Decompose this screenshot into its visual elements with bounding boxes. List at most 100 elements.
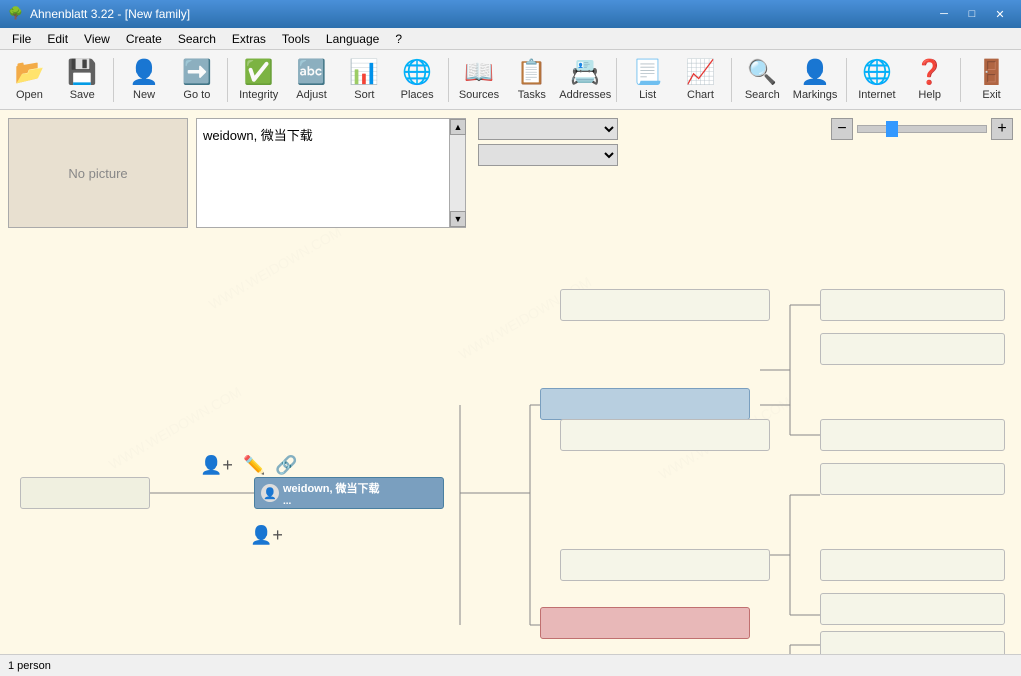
zoom-in-button[interactable]: + [991, 118, 1013, 140]
new-button[interactable]: 👤 New [119, 53, 170, 107]
action-icons-group: 👤+ ✏️ 🔗 [200, 455, 298, 476]
minimize-button[interactable]: ─ [931, 5, 957, 23]
tasks-icon: 📋 [517, 58, 547, 87]
sources-icon: 📖 [464, 58, 494, 87]
pat-grandmother-node[interactable] [560, 419, 770, 451]
adjust-button[interactable]: 🔤 Adjust [286, 53, 337, 107]
toolbar-sep-5 [731, 58, 732, 102]
zoom-controls: − + [831, 118, 1013, 140]
menu-edit[interactable]: Edit [39, 30, 76, 48]
exit-button[interactable]: 🚪 Exit [966, 53, 1017, 107]
dropdown-2[interactable] [478, 144, 618, 166]
help-label: Help [918, 89, 941, 101]
menu-file[interactable]: File [4, 30, 39, 48]
toolbar-sep-1 [113, 58, 114, 102]
scroll-down-btn[interactable]: ▼ [450, 211, 466, 227]
menu-help-q[interactable]: ? [387, 30, 410, 48]
internet-label: Internet [858, 89, 895, 101]
add-child-icon-group: 👤+ [250, 525, 283, 546]
list-button[interactable]: 📃 List [622, 53, 673, 107]
goto-button[interactable]: ➡️ Go to [171, 53, 222, 107]
menu-extras[interactable]: Extras [224, 30, 274, 48]
markings-button[interactable]: 👤 Markings [790, 53, 841, 107]
open-icon: 📂 [14, 58, 44, 87]
info-scrollbar[interactable]: ▲ ▼ [449, 119, 465, 227]
internet-button[interactable]: 🌐 Internet [852, 53, 903, 107]
menu-create[interactable]: Create [118, 30, 170, 48]
places-label: Places [401, 89, 434, 101]
menu-bar: File Edit View Create Search Extras Tool… [0, 28, 1021, 50]
new-icon: 👤 [129, 58, 159, 87]
no-picture-label: No picture [68, 166, 127, 181]
father-node[interactable] [540, 388, 750, 420]
help-button[interactable]: ❓ Help [904, 53, 955, 107]
exit-icon: 🚪 [977, 58, 1007, 87]
chart-label: Chart [687, 89, 714, 101]
tasks-label: Tasks [518, 89, 546, 101]
mother-node[interactable] [540, 607, 750, 639]
picture-box: No picture [8, 118, 188, 228]
gg-node-5[interactable] [820, 593, 1005, 625]
menu-view[interactable]: View [76, 30, 118, 48]
add-child-icon[interactable]: 👤+ [250, 525, 283, 545]
menu-tools[interactable]: Tools [274, 30, 318, 48]
sources-label: Sources [459, 89, 499, 101]
maximize-button[interactable]: □ [959, 5, 985, 23]
chart-icon: 📈 [686, 58, 716, 87]
pedigree-chart[interactable]: 👤 weidown, 微当下载 ... 👤+ ✏️ 🔗 👤+ [0, 245, 1021, 654]
mat-grandfather-node[interactable] [560, 549, 770, 581]
open-button[interactable]: 📂 Open [4, 53, 55, 107]
save-icon: 💾 [67, 58, 97, 87]
gg-node-4[interactable] [820, 549, 1005, 581]
toolbar-sep-4 [616, 58, 617, 102]
places-icon: 🌐 [402, 58, 432, 87]
toolbar-sep-2 [227, 58, 228, 102]
integrity-icon: ✅ [244, 58, 274, 87]
selected-person-name: weidown, 微当下载 ... [283, 480, 380, 507]
adjust-label: Adjust [296, 89, 327, 101]
zoom-out-button[interactable]: − [831, 118, 853, 140]
sort-button[interactable]: 📊 Sort [339, 53, 390, 107]
selected-person-node[interactable]: 👤 weidown, 微当下载 ... [254, 477, 444, 509]
markings-icon: 👤 [800, 58, 830, 87]
markings-label: Markings [793, 89, 838, 101]
gg-node-0[interactable] [820, 289, 1005, 321]
pat-grandfather-node[interactable] [560, 289, 770, 321]
places-button[interactable]: 🌐 Places [392, 53, 443, 107]
list-icon: 📃 [633, 58, 663, 87]
menu-search[interactable]: Search [170, 30, 224, 48]
title-bar: 🌳 Ahnenblatt 3.22 - [New family] ─ □ ✕ [0, 0, 1021, 28]
gg-node-1[interactable] [820, 333, 1005, 365]
gg-node-2[interactable] [820, 419, 1005, 451]
info-panel: No picture weidown, 微当下载 ▲ ▼ [8, 118, 618, 228]
exit-label: Exit [982, 89, 1000, 101]
dropdowns-panel [478, 118, 618, 228]
zoom-handle[interactable] [886, 121, 898, 137]
link-icon[interactable]: 🔗 [275, 455, 297, 476]
menu-language[interactable]: Language [318, 30, 387, 48]
zoom-slider[interactable] [857, 125, 987, 133]
integrity-button[interactable]: ✅ Integrity [233, 53, 284, 107]
scroll-up-btn[interactable]: ▲ [450, 119, 466, 135]
addresses-button[interactable]: 📇 Addresses [559, 53, 611, 107]
add-person-icon[interactable]: 👤+ [200, 455, 233, 476]
edit-icon[interactable]: ✏️ [243, 455, 265, 476]
tasks-button[interactable]: 📋 Tasks [506, 53, 557, 107]
gg-node-3[interactable] [820, 463, 1005, 495]
toolbar-sep-3 [448, 58, 449, 102]
spouse-node[interactable] [20, 477, 150, 509]
integrity-label: Integrity [239, 89, 278, 101]
chart-button[interactable]: 📈 Chart [675, 53, 726, 107]
toolbar-sep-7 [960, 58, 961, 102]
search-button[interactable]: 🔍 Search [737, 53, 788, 107]
sources-button[interactable]: 📖 Sources [454, 53, 505, 107]
toolbar-sep-6 [846, 58, 847, 102]
help-icon: ❓ [915, 58, 945, 87]
goto-icon: ➡️ [182, 58, 212, 87]
dropdown-1[interactable] [478, 118, 618, 140]
person-name-box[interactable]: weidown, 微当下载 ▲ ▼ [196, 118, 466, 228]
search-label: Search [745, 89, 780, 101]
close-button[interactable]: ✕ [987, 5, 1013, 23]
save-button[interactable]: 💾 Save [57, 53, 108, 107]
save-label: Save [70, 89, 95, 101]
